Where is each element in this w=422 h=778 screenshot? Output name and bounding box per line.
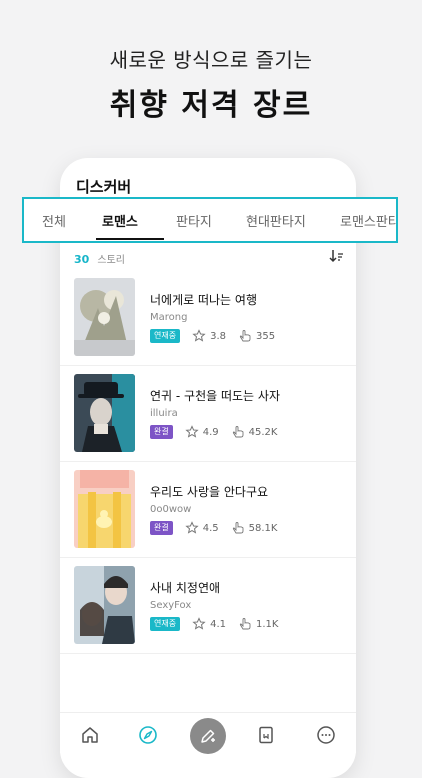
star-icon <box>192 617 206 630</box>
story-views: 45.2K <box>248 426 278 438</box>
story-rating: 4.9 <box>202 426 219 438</box>
sort-icon[interactable] <box>328 248 344 264</box>
story-meta: 연재중 3.8 355 <box>150 328 287 344</box>
story-meta: 완결 4.9 45.2K <box>150 424 289 440</box>
status-badge: 완결 <box>150 425 173 439</box>
phone-frame: 디스커버 30 스토리 너에게로 떠나는 여행 Marong 연재중 3.8 3… <box>60 158 356 778</box>
tab-modern-fantasy[interactable]: 현대판타지 <box>246 211 306 230</box>
status-badge: 연재중 <box>150 329 181 343</box>
star-icon <box>185 521 199 534</box>
story-meta: 연재중 4.1 1.1K <box>150 616 290 632</box>
star-icon <box>185 425 199 438</box>
tab-romance-fantasy[interactable]: 로맨스판타지 <box>340 211 396 230</box>
promo-title: 취향 저격 장르 <box>109 88 313 123</box>
story-item[interactable]: 연귀 - 구천을 떠도는 사자 illuira 완결 4.9 45.2K <box>60 366 356 462</box>
story-author: Marong <box>150 312 188 323</box>
story-count-label: 스토리 <box>97 255 126 266</box>
hand-pointer-icon <box>239 330 251 342</box>
story-author: 0o0wow <box>150 504 192 515</box>
hand-pointer-icon <box>232 522 244 534</box>
story-cover <box>74 374 135 452</box>
chat-icon[interactable] <box>316 725 336 745</box>
compass-icon[interactable] <box>138 725 158 745</box>
story-rating: 4.1 <box>210 618 226 630</box>
story-views: 1.1K <box>256 618 279 630</box>
status-badge: 완결 <box>150 521 173 535</box>
hand-pointer-icon <box>232 426 244 438</box>
story-meta: 완결 4.5 58.1K <box>150 520 289 536</box>
story-item[interactable]: 우리도 사랑을 안다구요 0o0wow 완결 4.5 58.1K <box>60 462 356 558</box>
story-views: 355 <box>256 330 276 342</box>
status-badge: 연재중 <box>150 617 181 631</box>
story-title: 사내 치정연애 <box>150 581 221 595</box>
hand-pointer-icon <box>239 618 251 630</box>
story-item[interactable]: 너에게로 떠나는 여행 Marong 연재중 3.8 355 <box>60 270 356 366</box>
story-cover <box>74 470 135 548</box>
story-item[interactable]: 사내 치정연애 SexyFox 연재중 4.1 1.1K <box>60 558 356 654</box>
story-views: 58.1K <box>248 522 278 534</box>
story-cover <box>74 566 135 644</box>
story-count: 30 <box>74 253 90 266</box>
story-rating: 4.5 <box>202 522 219 534</box>
active-tab-underline <box>96 238 164 240</box>
star-icon <box>192 329 206 342</box>
story-cover <box>74 278 135 356</box>
book-icon[interactable] <box>256 725 276 745</box>
story-rating: 3.8 <box>210 330 226 342</box>
story-author: illuira <box>150 408 178 419</box>
tab-all[interactable]: 전체 <box>42 211 66 230</box>
genre-tab-bar: 전체 로맨스 판타지 현대판타지 로맨스판타지 <box>22 197 398 243</box>
promo-subtitle: 새로운 방식으로 즐기는 <box>109 48 313 72</box>
write-icon <box>201 729 215 743</box>
screen-title: 디스커버 <box>76 178 132 196</box>
story-title: 우리도 사랑을 안다구요 <box>150 485 269 499</box>
story-list: 너에게로 떠나는 여행 Marong 연재중 3.8 355 연귀 - 구천을 … <box>60 270 356 654</box>
write-button[interactable] <box>190 718 226 754</box>
home-icon[interactable] <box>80 725 100 745</box>
story-title: 너에게로 떠나는 여행 <box>150 293 257 307</box>
tab-fantasy[interactable]: 판타지 <box>176 211 212 230</box>
story-author: SexyFox <box>150 600 192 611</box>
tab-romance[interactable]: 로맨스 <box>102 211 138 230</box>
story-count-row: 30 스토리 <box>74 248 344 268</box>
story-title: 연귀 - 구천을 떠도는 사자 <box>150 389 280 403</box>
